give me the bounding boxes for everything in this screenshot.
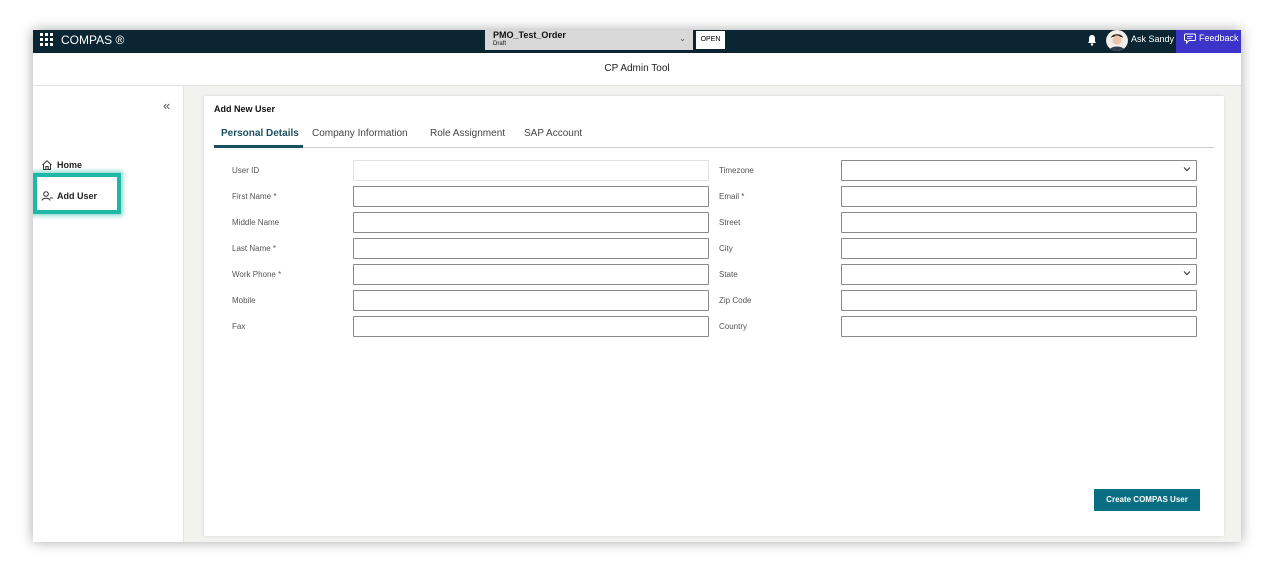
chevron-down-icon (1183, 271, 1191, 276)
zip-code-label: Zip Code (719, 296, 752, 305)
zip-code-field[interactable] (841, 290, 1197, 311)
avatar[interactable] (1106, 30, 1128, 51)
fax-field[interactable] (353, 316, 709, 337)
work-phone-field[interactable] (353, 264, 709, 285)
mobile-label: Mobile (232, 296, 256, 305)
active-tab-indicator (214, 145, 303, 148)
mobile-field[interactable] (353, 290, 709, 311)
state-label: State (719, 270, 738, 279)
ask-sandy-link[interactable]: Ask Sandy (1131, 34, 1174, 44)
last-name-label: Last Name * (232, 244, 277, 253)
order-name: PMO_Test_Order (493, 30, 566, 40)
user-id-field (353, 160, 709, 181)
chat-bubble-icon (1184, 33, 1196, 44)
user-id-label: User ID (232, 166, 260, 175)
chevron-down-icon: ⌄ (679, 34, 686, 43)
state-select[interactable] (841, 264, 1197, 285)
user-avatar-icon (1106, 30, 1128, 51)
timezone-label: Timezone (719, 166, 754, 175)
add-user-card: Add New User Personal Details Company In… (204, 96, 1224, 536)
page-title: CP Admin Tool (604, 63, 670, 74)
create-compas-user-button[interactable]: Create COMPAS User (1094, 489, 1200, 511)
app-title: COMPAS ® (61, 33, 125, 47)
middle-name-label: Middle Name (232, 218, 280, 227)
first-name-field[interactable] (353, 186, 709, 207)
sidebar-item-label: Home (57, 160, 83, 170)
tab-personal-details[interactable]: Personal Details (221, 128, 299, 139)
email-field[interactable] (841, 186, 1197, 207)
fax-label: Fax (232, 322, 246, 331)
country-label: Country (719, 322, 748, 331)
email-label: Email * (719, 192, 745, 201)
tab-bar: Personal Details Company Information Rol… (214, 125, 1214, 148)
timezone-select[interactable] (841, 160, 1197, 181)
tab-sap-account[interactable]: SAP Account (524, 128, 582, 139)
bell-icon[interactable] (1087, 34, 1097, 46)
top-bar: COMPAS ® PMO_Test_Order Draft ⌄ OPEN Ask… (33, 30, 1241, 53)
middle-name-field[interactable] (353, 212, 709, 233)
card-title: Add New User (214, 104, 276, 114)
order-status: Draft (493, 41, 507, 47)
sidebar: « Home Add User (33, 86, 184, 542)
work-phone-label: Work Phone * (232, 270, 282, 279)
tab-company-information[interactable]: Company Information (312, 128, 408, 139)
highlight-box (33, 173, 121, 214)
city-label: City (719, 244, 733, 253)
app-launcher-icon[interactable] (40, 33, 53, 46)
chevron-down-icon (1183, 167, 1191, 172)
feedback-label: Feedback (1199, 33, 1239, 43)
tab-role-assignment[interactable]: Role Assignment (430, 128, 505, 139)
country-field[interactable] (841, 316, 1197, 337)
first-name-label: First Name * (232, 192, 277, 201)
collapse-sidebar-icon[interactable]: « (163, 98, 170, 113)
feedback-button[interactable]: Feedback (1176, 30, 1241, 53)
sub-header: CP Admin Tool (33, 53, 1241, 86)
home-icon (42, 160, 52, 170)
city-field[interactable] (841, 238, 1197, 259)
last-name-field[interactable] (353, 238, 709, 259)
order-selector[interactable]: PMO_Test_Order Draft ⌄ (485, 30, 693, 50)
street-label: Street (719, 218, 741, 227)
street-field[interactable] (841, 212, 1197, 233)
open-button[interactable]: OPEN (696, 31, 725, 49)
